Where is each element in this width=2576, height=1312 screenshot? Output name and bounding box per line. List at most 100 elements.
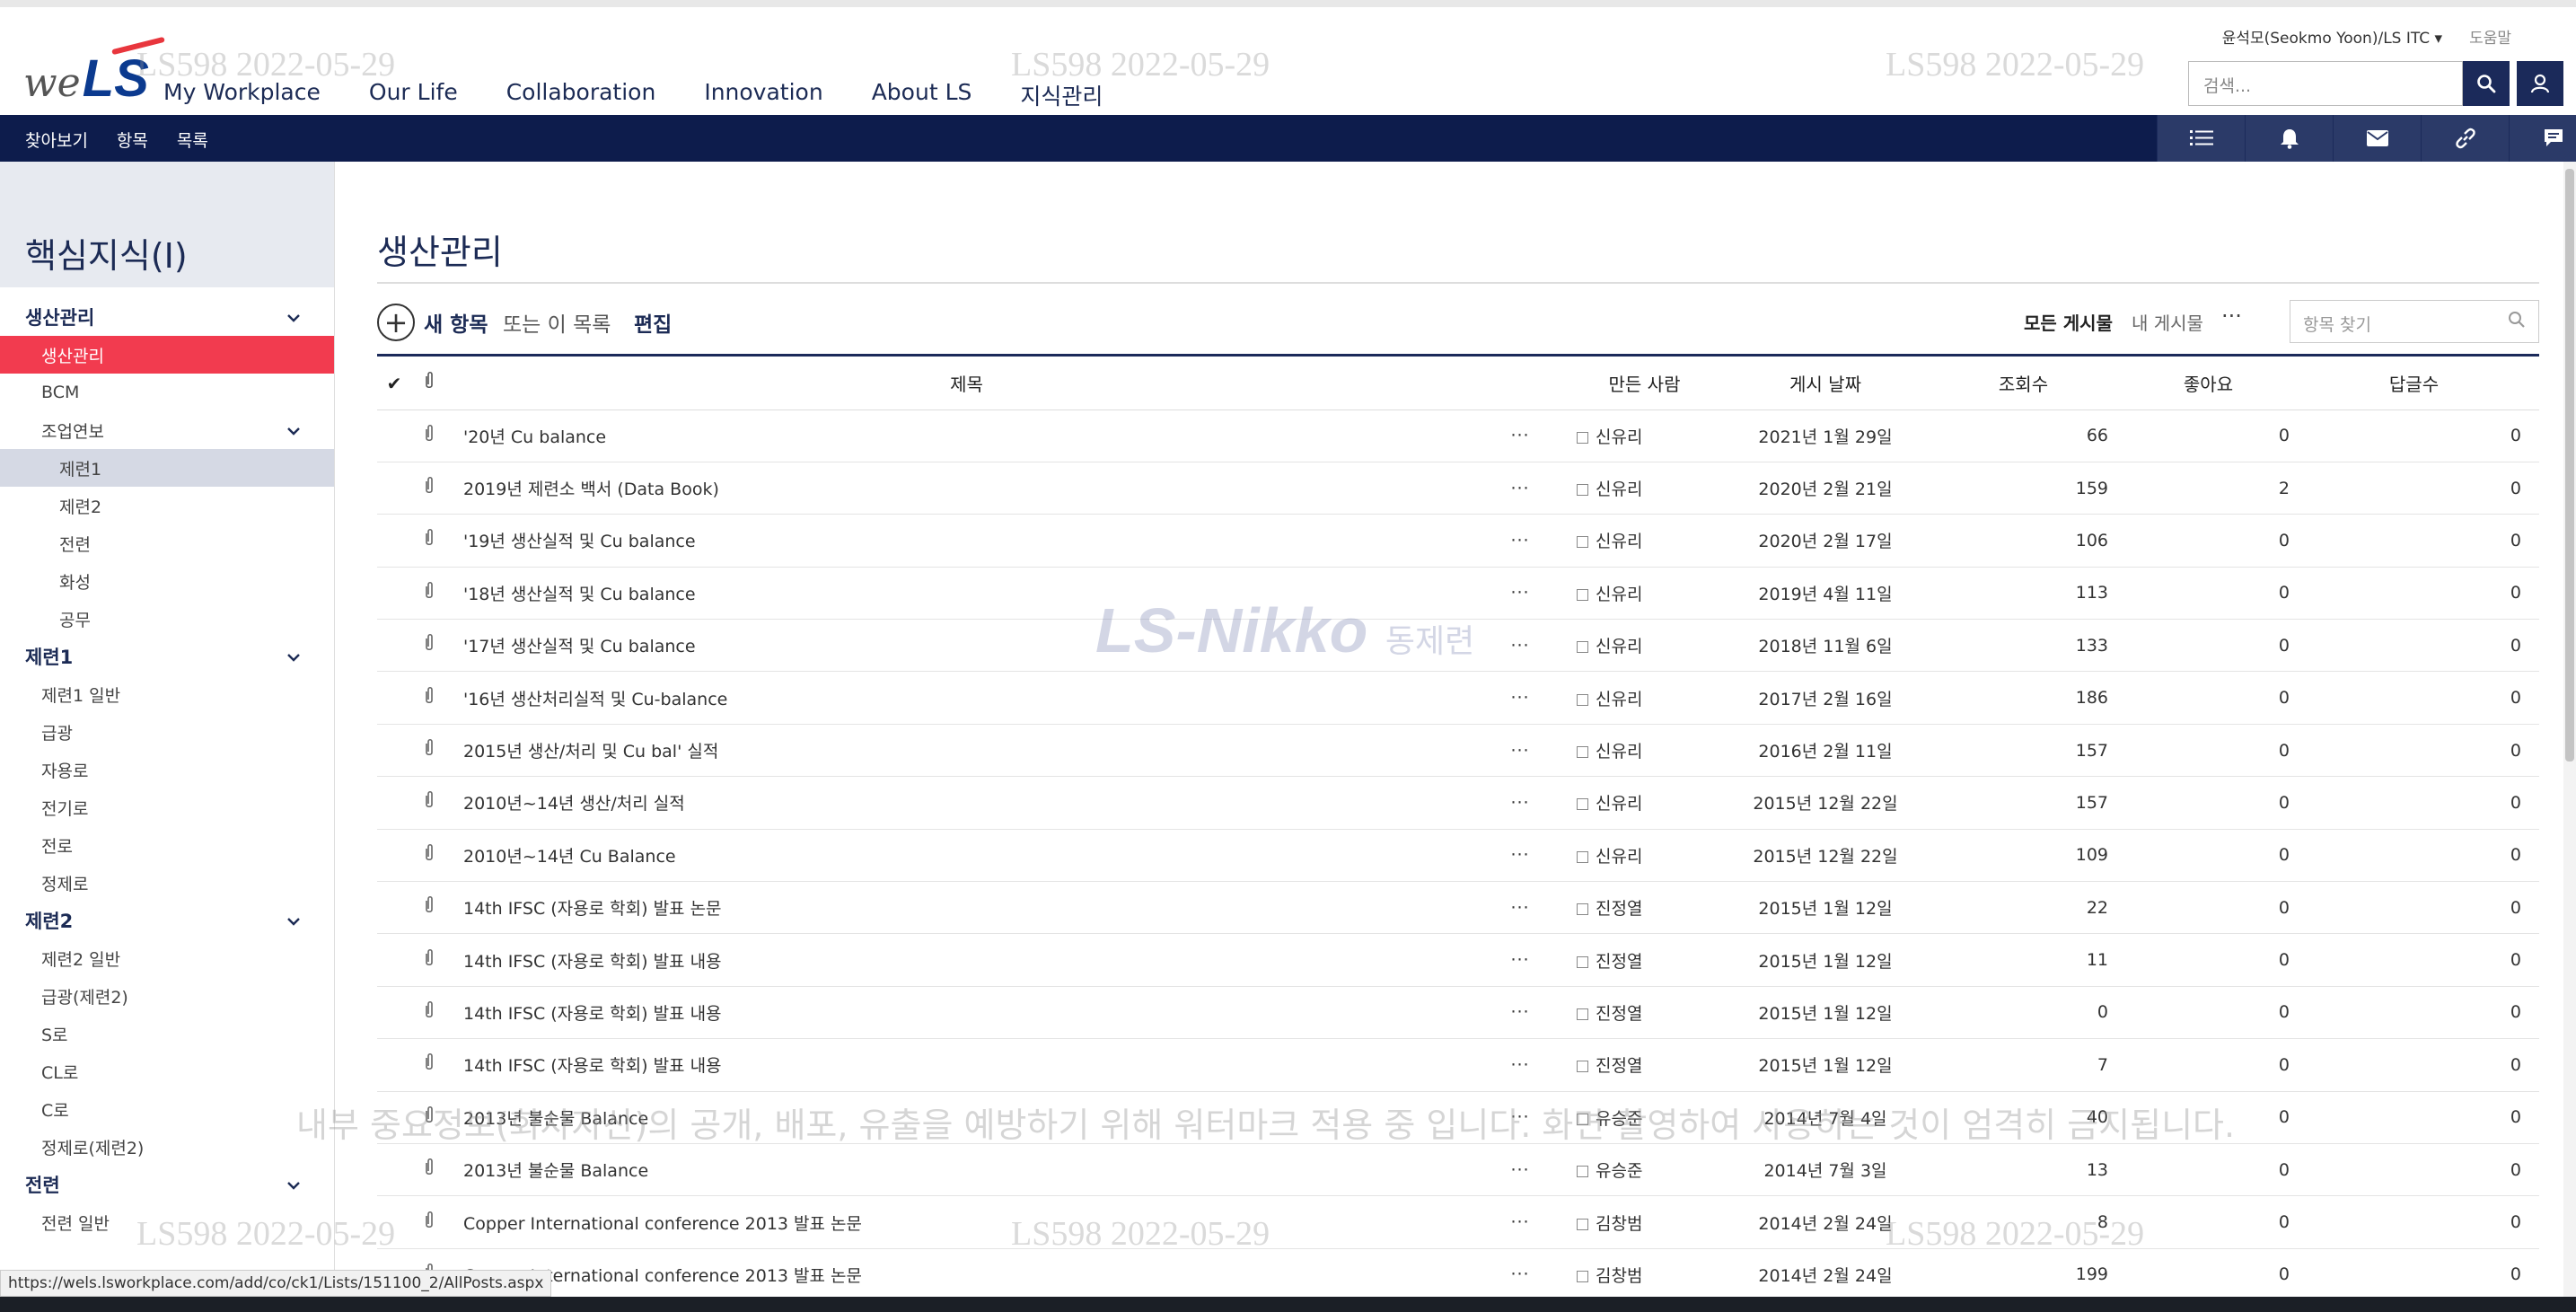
sidebar-item[interactable]: 급광(제련2): [0, 977, 334, 1015]
table-row[interactable]: '20년 Cu balance ··· 신유리 2021년 1월 29일 66 0 0: [377, 409, 2539, 462]
row-checkbox[interactable]: [377, 724, 411, 778]
sidebar-item[interactable]: 정제로: [0, 864, 334, 902]
attachment-column-header[interactable]: [411, 357, 447, 410]
row-author[interactable]: 신유리: [1569, 619, 1713, 673]
row-checkbox[interactable]: [377, 514, 411, 568]
tab-browse[interactable]: 찾아보기: [25, 128, 88, 152]
link-button[interactable]: [2421, 115, 2509, 162]
row-menu-button[interactable]: ···: [1471, 776, 1569, 830]
row-title-link[interactable]: '17년 생산실적 및 Cu balance: [447, 619, 1471, 673]
row-menu-button[interactable]: ···: [1471, 409, 1569, 462]
row-checkbox[interactable]: [377, 671, 411, 725]
row-author[interactable]: 신유리: [1569, 409, 1713, 462]
row-author[interactable]: 신유리: [1569, 776, 1713, 830]
row-title-link[interactable]: Copper International conference 2013 발표 …: [447, 1195, 1471, 1249]
row-author[interactable]: 김창범: [1569, 1248, 1713, 1302]
table-row[interactable]: 14th IFSC (자용로 학회) 발표 내용 ··· 진정열 2015년 1월 1…: [377, 986, 2539, 1040]
row-author[interactable]: 진정열: [1569, 881, 1713, 935]
table-row[interactable]: '17년 생산실적 및 Cu balance ··· 신유리 2018년 11월 6일…: [377, 619, 2539, 673]
row-author[interactable]: 유승준: [1569, 1143, 1713, 1197]
row-checkbox[interactable]: [377, 1143, 411, 1197]
table-row[interactable]: 2013년 불순물 Balance ··· 유승준 2014년 7월 4일 40 0 0: [377, 1091, 2539, 1144]
chevron-down-icon[interactable]: [287, 422, 300, 439]
row-checkbox[interactable]: [377, 1038, 411, 1092]
sidebar-item[interactable]: BCM: [0, 374, 334, 411]
sidebar-item[interactable]: 제련1: [0, 449, 334, 487]
sidebar-item[interactable]: C로: [0, 1090, 334, 1128]
sidebar-item[interactable]: 제련2 일반: [0, 939, 334, 977]
row-menu-button[interactable]: ···: [1471, 1143, 1569, 1197]
tab-list[interactable]: 목록: [177, 128, 208, 152]
row-author[interactable]: 신유리: [1569, 671, 1713, 725]
sidebar-item[interactable]: CL로: [0, 1052, 334, 1090]
row-checkbox[interactable]: [377, 933, 411, 987]
table-row[interactable]: 14th IFSC (자용로 학회) 발표 내용 ··· 진정열 2015년 1월 1…: [377, 933, 2539, 987]
chevron-down-icon[interactable]: [287, 648, 300, 665]
row-title-link[interactable]: 14th IFSC (자용로 학회) 발표 내용: [447, 933, 1471, 987]
row-checkbox[interactable]: [377, 986, 411, 1040]
sidebar-item[interactable]: 자용로: [0, 751, 334, 788]
mail-button[interactable]: [2333, 115, 2421, 162]
row-checkbox[interactable]: [377, 776, 411, 830]
row-menu-button[interactable]: ···: [1471, 671, 1569, 725]
chevron-down-icon[interactable]: [287, 1176, 300, 1193]
row-title-link[interactable]: Copper International conference 2013 발표 …: [447, 1248, 1471, 1302]
row-title-link[interactable]: '18년 생산실적 및 Cu balance: [447, 567, 1471, 621]
row-author[interactable]: 유승준: [1569, 1091, 1713, 1144]
row-checkbox[interactable]: [377, 567, 411, 621]
vertical-scrollbar[interactable]: [2563, 162, 2576, 1297]
row-title-link[interactable]: '20년 Cu balance: [447, 409, 1471, 462]
row-menu-button[interactable]: ···: [1471, 829, 1569, 883]
table-row[interactable]: Copper International conference 2013 발표 …: [377, 1195, 2539, 1249]
sidebar-item[interactable]: 생산관리: [0, 298, 334, 336]
gnb-knowledge[interactable]: 지식관리: [1020, 79, 1103, 111]
column-replies[interactable]: 답글수: [2306, 357, 2539, 410]
row-title-link[interactable]: 2013년 불순물 Balance: [447, 1091, 1471, 1144]
row-checkbox[interactable]: [377, 619, 411, 673]
table-row[interactable]: '18년 생산실적 및 Cu balance ··· 신유리 2019년 4월 11일…: [377, 567, 2539, 621]
sidebar-item[interactable]: 전련: [0, 1166, 334, 1203]
column-views[interactable]: 조회수: [1938, 357, 2126, 410]
column-author[interactable]: 만든 사람: [1569, 357, 1713, 410]
table-row[interactable]: 2015년 생산/처리 및 Cu bal' 실적 ··· 신유리 2016년 2월 1…: [377, 724, 2539, 778]
table-row[interactable]: 14th IFSC (자용로 학회) 발표 논문 ··· 진정열 2015년 1월 1…: [377, 881, 2539, 935]
sidebar-item[interactable]: 급광: [0, 713, 334, 751]
table-row[interactable]: Copper International conference 2013 발표 …: [377, 1248, 2539, 1302]
table-row[interactable]: 2013년 불순물 Balance ··· 유승준 2014년 7월 3일 13 0 0: [377, 1143, 2539, 1197]
gnb-innovation[interactable]: Innovation: [704, 79, 822, 111]
user-menu[interactable]: 윤석모(Seokmo Yoon)/LS ITC ▾: [2222, 25, 2442, 48]
add-item-button[interactable]: +: [377, 304, 415, 341]
global-search-input[interactable]: 검색...: [2188, 61, 2463, 106]
wels-logo[interactable]: we LS: [23, 36, 165, 111]
sidebar-item[interactable]: 공무: [0, 600, 334, 638]
table-row[interactable]: 2019년 제련소 백서 (Data Book) ··· 신유리 2020년 2월 2…: [377, 462, 2539, 515]
list-button[interactable]: [2157, 115, 2245, 162]
sidebar-item[interactable]: 제련2: [0, 487, 334, 524]
row-author[interactable]: 신유리: [1569, 462, 1713, 515]
sidebar-item[interactable]: 제련1 일반: [0, 675, 334, 713]
row-author[interactable]: 신유리: [1569, 567, 1713, 621]
view-all-posts[interactable]: 모든 게시물: [2024, 309, 2113, 335]
row-checkbox[interactable]: [377, 409, 411, 462]
row-menu-button[interactable]: ···: [1471, 1091, 1569, 1144]
table-row[interactable]: 2010년~14년 Cu Balance ··· 신유리 2015년 12월 22일 1…: [377, 829, 2539, 883]
gnb-collaboration[interactable]: Collaboration: [506, 79, 656, 111]
row-author[interactable]: 김창범: [1569, 1195, 1713, 1249]
row-author[interactable]: 신유리: [1569, 514, 1713, 568]
row-title-link[interactable]: 2013년 불순물 Balance: [447, 1143, 1471, 1197]
sidebar-item[interactable]: S로: [0, 1015, 334, 1052]
row-menu-button[interactable]: ···: [1471, 514, 1569, 568]
row-title-link[interactable]: '19년 생산실적 및 Cu balance: [447, 514, 1471, 568]
sidebar-item[interactable]: 전련: [0, 524, 334, 562]
table-row[interactable]: '16년 생산처리실적 및 Cu-balance ··· 신유리 2017년 2월 1…: [377, 671, 2539, 725]
gnb-about-ls[interactable]: About LS: [872, 79, 972, 111]
row-title-link[interactable]: 2019년 제련소 백서 (Data Book): [447, 462, 1471, 515]
notification-button[interactable]: [2245, 115, 2333, 162]
chevron-down-icon[interactable]: [287, 912, 300, 929]
row-menu-button[interactable]: ···: [1471, 724, 1569, 778]
sidebar-item[interactable]: 전기로: [0, 788, 334, 826]
scrollbar-thumb[interactable]: [2565, 169, 2574, 762]
column-title[interactable]: 제목: [447, 357, 1471, 410]
row-menu-button[interactable]: ···: [1471, 1248, 1569, 1302]
table-row[interactable]: '19년 생산실적 및 Cu balance ··· 신유리 2020년 2월 17일…: [377, 514, 2539, 568]
